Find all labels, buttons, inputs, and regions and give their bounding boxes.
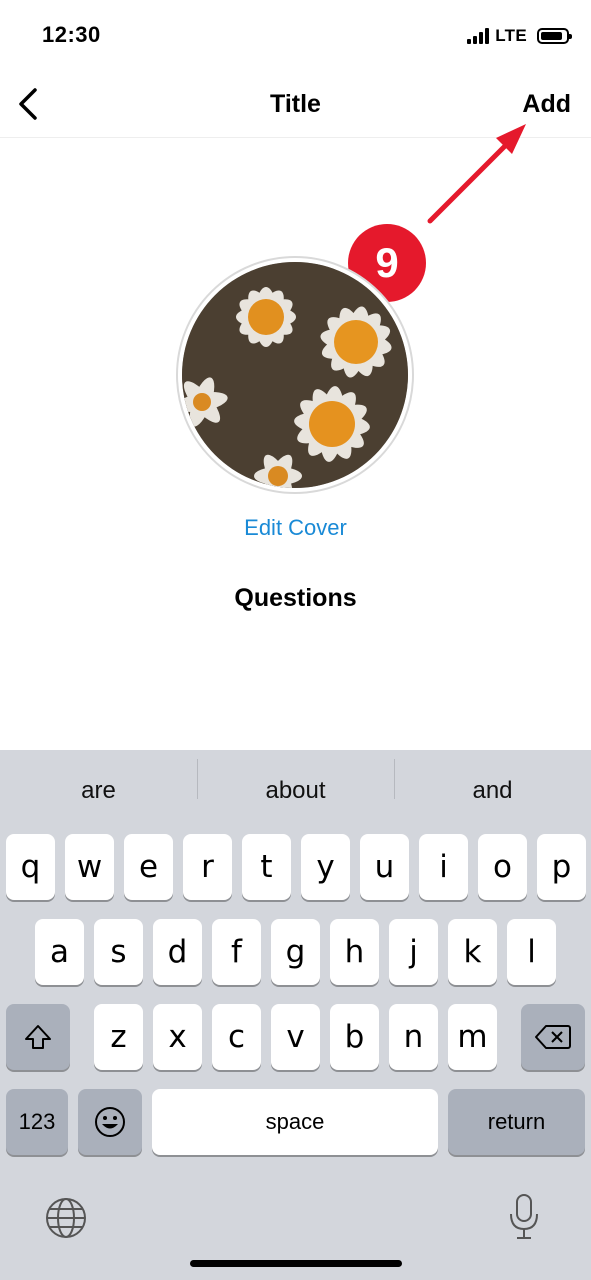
emoji-icon	[95, 1107, 125, 1137]
key-g[interactable]: g	[271, 919, 320, 985]
key-e[interactable]: e	[124, 834, 173, 900]
key-j[interactable]: j	[389, 919, 438, 985]
suggestion-bar: are about and	[0, 750, 591, 832]
network-label: LTE	[495, 26, 527, 45]
daisy-flowers-photo	[182, 262, 408, 488]
key-row-3: zxcvbnm	[0, 1004, 591, 1070]
nav-bar: Title Add	[0, 70, 591, 138]
home-indicator	[190, 1260, 402, 1267]
status-time: 12:30	[42, 22, 101, 47]
key-y[interactable]: y	[301, 834, 350, 900]
key-c[interactable]: c	[212, 1004, 261, 1070]
shift-key[interactable]	[6, 1004, 70, 1070]
add-button[interactable]: Add	[522, 90, 571, 119]
key-row-2: asdfghjkl	[0, 919, 591, 985]
cover-image[interactable]	[176, 256, 414, 494]
key-t[interactable]: t	[242, 834, 291, 900]
key-i[interactable]: i	[419, 834, 468, 900]
keyboard: are about and qwertyuiop asdfghjkl zxcvb…	[0, 750, 591, 1280]
key-x[interactable]: x	[153, 1004, 202, 1070]
key-p[interactable]: p	[537, 834, 586, 900]
key-w[interactable]: w	[65, 834, 114, 900]
return-key[interactable]: return	[448, 1089, 585, 1155]
numbers-key[interactable]: 123	[6, 1089, 68, 1155]
suggestion-item[interactable]: about	[197, 759, 394, 805]
key-b[interactable]: b	[330, 1004, 379, 1070]
key-s[interactable]: s	[94, 919, 143, 985]
status-indicators: LTE	[467, 26, 572, 46]
key-h[interactable]: h	[330, 919, 379, 985]
key-z[interactable]: z	[94, 1004, 143, 1070]
edit-cover-link[interactable]: Edit Cover	[0, 515, 591, 541]
globe-icon	[46, 1198, 86, 1238]
battery-icon	[537, 28, 572, 44]
key-l[interactable]: l	[507, 919, 556, 985]
backspace-key[interactable]	[521, 1004, 585, 1070]
questions-heading: Questions	[234, 584, 357, 612]
suggestion-item[interactable]: are	[0, 777, 197, 805]
key-m[interactable]: m	[448, 1004, 497, 1070]
key-u[interactable]: u	[360, 834, 409, 900]
globe-key[interactable]	[42, 1194, 90, 1242]
backspace-icon	[535, 1025, 571, 1049]
key-k[interactable]: k	[448, 919, 497, 985]
dictation-key[interactable]	[500, 1190, 548, 1244]
key-n[interactable]: n	[389, 1004, 438, 1070]
key-o[interactable]: o	[478, 834, 527, 900]
suggestion-item[interactable]: and	[394, 759, 591, 805]
status-bar: 12:30 LTE	[0, 0, 591, 70]
key-q[interactable]: q	[6, 834, 55, 900]
key-f[interactable]: f	[212, 919, 261, 985]
key-r[interactable]: r	[183, 834, 232, 900]
key-row-4: 123 space return	[0, 1089, 591, 1155]
key-a[interactable]: a	[35, 919, 84, 985]
key-d[interactable]: d	[153, 919, 202, 985]
signal-icon	[467, 28, 490, 44]
key-v[interactable]: v	[271, 1004, 320, 1070]
shift-icon	[25, 1025, 51, 1049]
space-key[interactable]: space	[152, 1089, 438, 1155]
key-row-1: qwertyuiop	[0, 834, 591, 900]
page-title: Title	[270, 90, 321, 118]
emoji-key[interactable]	[78, 1089, 142, 1155]
microphone-icon	[510, 1194, 538, 1239]
